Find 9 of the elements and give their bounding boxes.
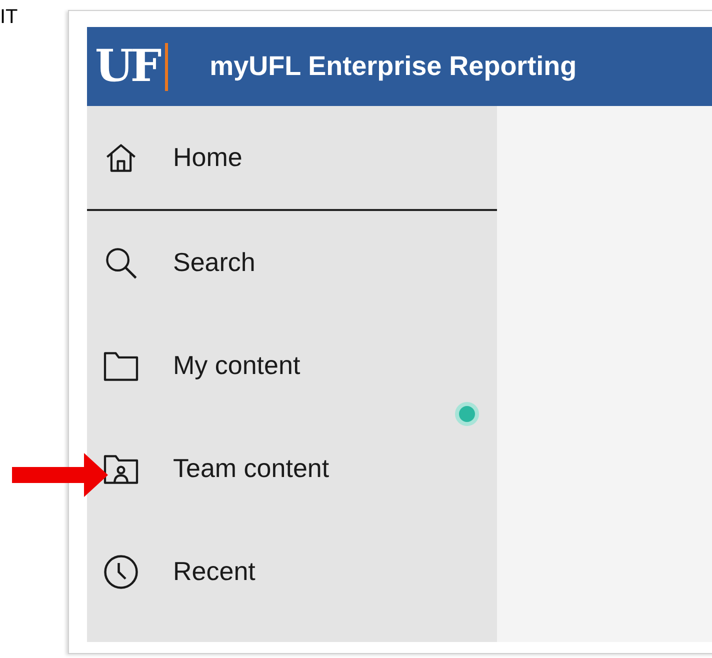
nav-item[interactable]: My content bbox=[87, 314, 497, 417]
status-dot bbox=[455, 402, 479, 426]
nav-item[interactable]: Recent bbox=[87, 520, 497, 623]
logo: UF bbox=[95, 44, 159, 88]
nav-item[interactable]: Search bbox=[87, 211, 497, 314]
document-text: IT bbox=[0, 6, 18, 29]
nav-item[interactable]: Team content bbox=[87, 417, 497, 520]
app-title: myUFL Enterprise Reporting bbox=[210, 51, 577, 82]
logo-divider bbox=[164, 42, 168, 90]
